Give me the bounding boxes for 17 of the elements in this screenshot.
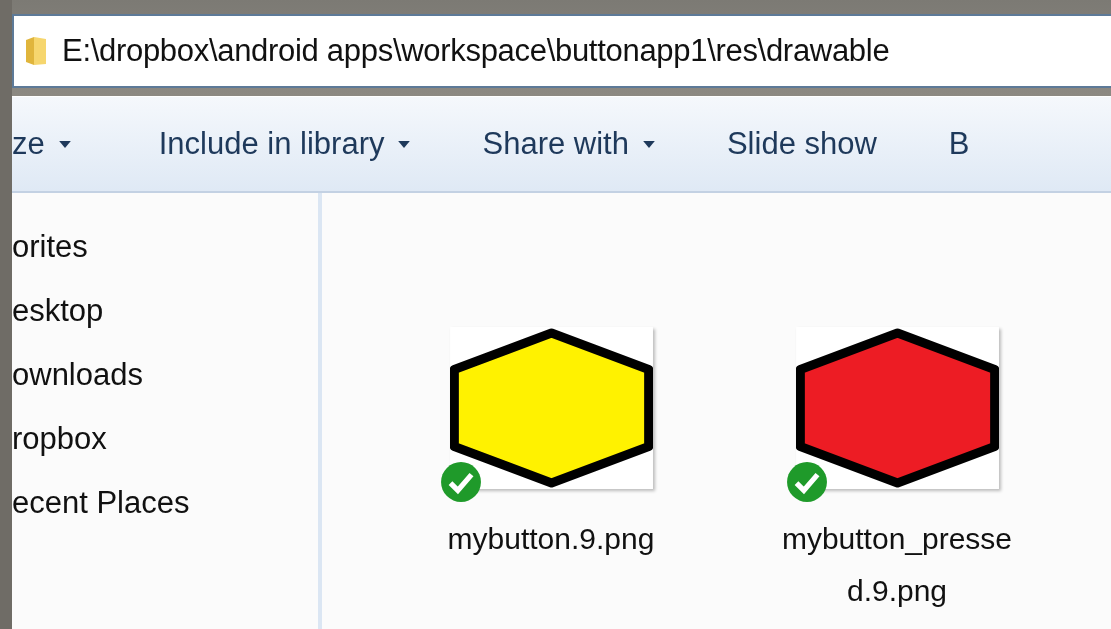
thumbnail[interactable] [449,327,653,489]
toolbar-button[interactable]: ze [12,118,85,170]
address-text: E:\dropbox\android apps\workspace\buttonapp1\res\drawable [62,33,890,69]
navigation-item[interactable]: esktop [12,289,318,333]
navigation-item[interactable]: ecent Places [12,481,318,525]
file-name[interactable]: mybutton.9.png [431,513,671,565]
folder-icon [24,36,48,66]
toolbar-button[interactable]: Share with [468,118,669,170]
toolbar-button[interactable]: B [934,118,984,170]
thumbnail[interactable] [795,327,999,489]
navigation-item[interactable]: ropbox [12,417,318,461]
toolbar-button[interactable]: Include in library [144,118,425,170]
file-name[interactable]: mybutton_pressed.9.png [777,513,1017,617]
navigation-item[interactable]: ownloads [12,353,318,397]
toolbar-button[interactable]: Slide show [712,118,891,170]
address-bar[interactable]: E:\dropbox\android apps\workspace\buttonapp1\res\drawable [12,14,1111,88]
navigation-item[interactable]: orites [12,225,318,269]
